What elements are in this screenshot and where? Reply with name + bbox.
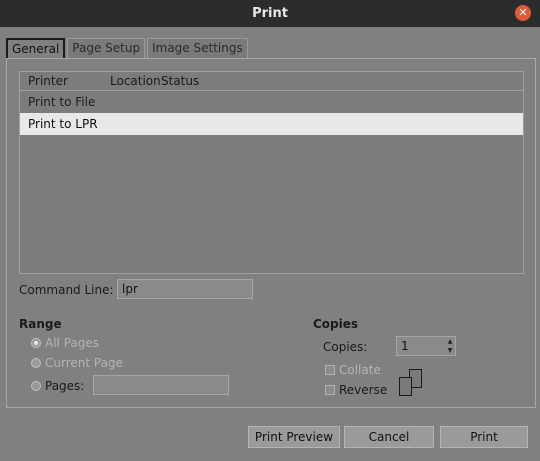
radio-all-pages[interactable]: All Pages <box>31 336 99 350</box>
copies-spinner[interactable]: 1 ▲ ▼ <box>396 336 456 356</box>
tab-general[interactable]: General <box>6 38 66 59</box>
copies-value[interactable]: 1 <box>397 337 445 355</box>
close-icon[interactable]: ✕ <box>515 5 531 21</box>
spin-up-icon[interactable]: ▲ <box>445 337 455 346</box>
column-status[interactable]: Status <box>156 74 199 88</box>
collate-pages-icon <box>399 369 427 397</box>
printer-list-header: Printer Location Status <box>20 72 523 91</box>
general-panel: Printer Location Status Print to File Pr… <box>6 58 536 408</box>
command-line-input[interactable]: lpr <box>117 279 253 299</box>
printer-row-lpr[interactable]: Print to LPR <box>20 113 523 135</box>
radio-indicator[interactable] <box>31 338 41 348</box>
reverse-checkbox[interactable] <box>325 385 335 395</box>
pages-input[interactable] <box>93 375 229 395</box>
copies-title: Copies <box>313 317 359 331</box>
collate-checkbox-row[interactable]: Collate <box>325 363 381 377</box>
collate-checkbox[interactable] <box>325 365 335 375</box>
column-printer[interactable]: Printer <box>20 74 103 88</box>
radio-pages[interactable]: Pages: <box>31 379 84 393</box>
printer-row-file[interactable]: Print to File <box>20 91 523 113</box>
print-button[interactable]: Print <box>440 426 528 448</box>
range-title: Range <box>19 317 62 331</box>
all-pages-label: All Pages <box>45 336 99 350</box>
collate-label: Collate <box>339 363 381 377</box>
column-location[interactable]: Location <box>103 74 161 88</box>
window-title: Print <box>252 6 288 21</box>
pages-label: Pages: <box>45 379 85 393</box>
reverse-checkbox-row[interactable]: Reverse <box>325 383 387 397</box>
copies-label: Copies: <box>323 340 368 354</box>
radio-indicator[interactable] <box>31 358 41 368</box>
tab-page-setup[interactable]: Page Setup <box>67 38 146 59</box>
cancel-button[interactable]: Cancel <box>344 426 434 448</box>
radio-current-page[interactable]: Current Page <box>31 356 123 370</box>
title-bar: Print ✕ <box>0 0 540 27</box>
copies-spin-buttons[interactable]: ▲ ▼ <box>445 337 455 355</box>
printer-list[interactable]: Printer Location Status Print to File Pr… <box>19 71 524 274</box>
tab-image-settings[interactable]: Image Settings <box>147 38 248 59</box>
command-line-label: Command Line: <box>19 283 114 297</box>
spin-down-icon[interactable]: ▼ <box>445 346 455 355</box>
print-preview-button[interactable]: Print Preview <box>248 426 340 448</box>
current-page-label: Current Page <box>45 356 123 370</box>
reverse-label: Reverse <box>339 383 388 397</box>
radio-indicator[interactable] <box>31 381 41 391</box>
tab-bar: General Page Setup Image Settings <box>6 38 250 59</box>
